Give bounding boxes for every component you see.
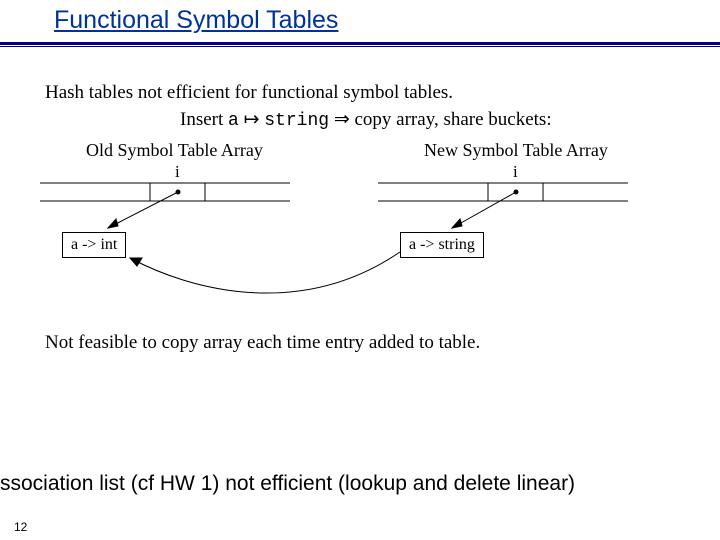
body-line-3: Not feasible to copy array each time ent… — [45, 332, 480, 354]
arrow-right-to-box — [452, 190, 518, 228]
page-number: 12 — [14, 520, 27, 534]
diagram-svg — [0, 0, 720, 540]
bucket-box-new: a -> string — [400, 232, 484, 258]
bucket-box-old: a -> int — [62, 232, 126, 258]
bottom-note: ssociation list (cf HW 1) not efficient … — [0, 472, 575, 496]
new-array-cells — [378, 183, 628, 201]
share-bucket-curve — [130, 252, 400, 293]
arrow-left-to-box — [108, 190, 180, 228]
